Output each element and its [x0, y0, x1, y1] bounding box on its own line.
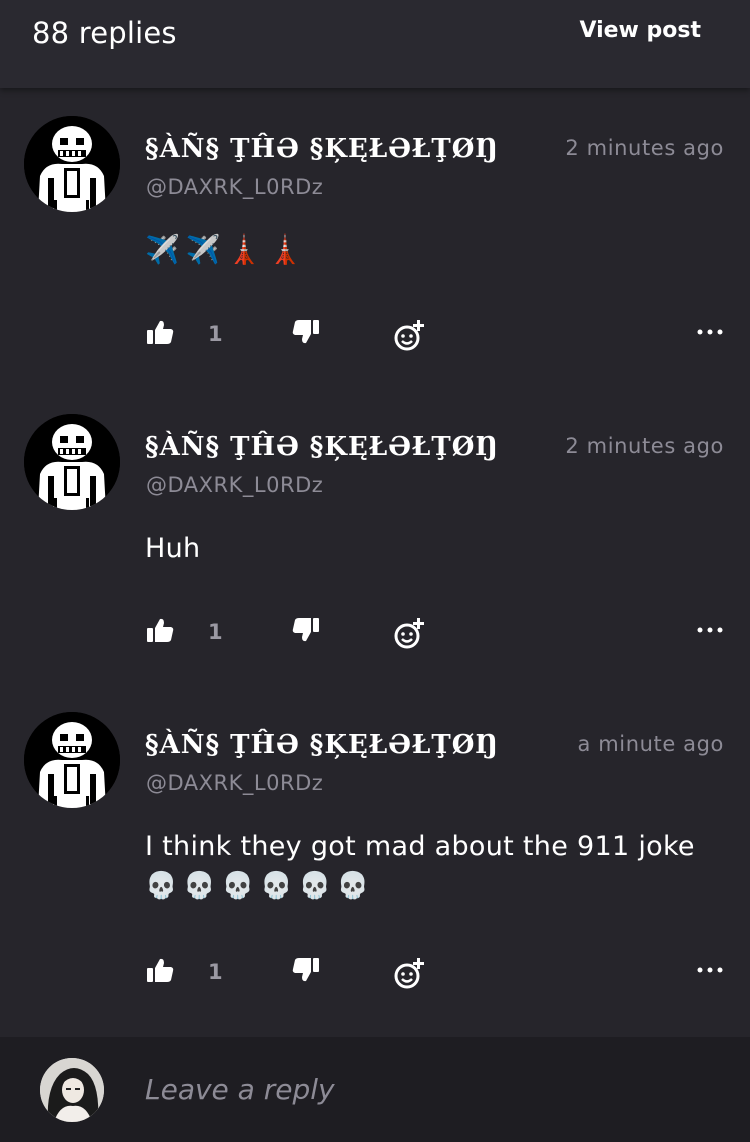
skull-emoji: 💀	[145, 871, 178, 901]
thumbs-down-icon[interactable]	[292, 318, 320, 350]
thumbs-up-icon[interactable]	[146, 956, 174, 988]
username[interactable]: §ÀÑ§ ŢĤƏ §ĶĘŁƏŁŢØŊ	[145, 432, 499, 462]
more-options-icon[interactable]	[696, 956, 724, 988]
add-reaction-icon[interactable]	[392, 956, 428, 996]
username[interactable]: §ÀÑ§ ŢĤƏ §ĶĘŁƏŁŢØŊ	[145, 134, 499, 164]
user-handle: @DAXRK_L0RDz	[146, 473, 324, 497]
avatar[interactable]	[24, 116, 120, 212]
reply-composer	[0, 1037, 750, 1142]
reply-emoji: ✈️ ✈️ 🗼 🗼	[145, 233, 303, 266]
reply-actions: 1	[0, 318, 750, 358]
thumbs-down-icon[interactable]	[292, 616, 320, 648]
timestamp: 2 minutes ago	[565, 434, 724, 458]
reply-input[interactable]	[145, 1073, 705, 1106]
thumbs-down-icon[interactable]	[292, 956, 320, 988]
airplane-emoji: ✈️	[185, 233, 221, 266]
like-count: 1	[208, 960, 223, 984]
view-post-button[interactable]: View post	[579, 18, 701, 43]
avatar[interactable]	[24, 414, 120, 510]
reply-actions: 1	[0, 616, 750, 656]
skull-emoji: 💀	[298, 871, 331, 901]
thumbs-up-icon[interactable]	[146, 318, 174, 350]
skull-emoji: 💀	[221, 871, 255, 901]
user-handle: @DAXRK_L0RDz	[146, 771, 324, 795]
replies-header: 88 replies View post	[0, 0, 750, 88]
airplane-emoji: ✈️	[145, 233, 180, 266]
reply-text: Huh	[145, 533, 201, 564]
add-reaction-icon[interactable]	[392, 318, 428, 358]
reply-emoji: 💀 💀 💀 💀 💀 💀	[145, 871, 369, 901]
reply-actions: 1	[0, 956, 750, 996]
tower-emoji: 🗼	[267, 233, 303, 266]
skull-emoji: 💀	[260, 871, 293, 901]
username[interactable]: §ÀÑ§ ŢĤƏ §ĶĘŁƏŁŢØŊ	[145, 730, 499, 760]
skull-emoji: 💀	[336, 871, 370, 901]
avatar[interactable]	[24, 712, 120, 808]
timestamp: 2 minutes ago	[565, 136, 724, 160]
current-user-avatar	[40, 1058, 104, 1122]
like-count: 1	[208, 620, 223, 644]
tower-emoji: 🗼	[226, 233, 262, 266]
timestamp: a minute ago	[577, 732, 724, 756]
user-handle: @DAXRK_L0RDz	[146, 175, 324, 199]
replies-count: 88 replies	[32, 16, 177, 50]
more-options-icon[interactable]	[696, 616, 724, 648]
reply-text: I think they got mad about the 911 joke	[145, 831, 695, 862]
add-reaction-icon[interactable]	[392, 616, 428, 656]
like-count: 1	[208, 322, 223, 346]
thumbs-up-icon[interactable]	[146, 616, 174, 648]
skull-emoji: 💀	[183, 871, 216, 901]
more-options-icon[interactable]	[696, 318, 724, 350]
